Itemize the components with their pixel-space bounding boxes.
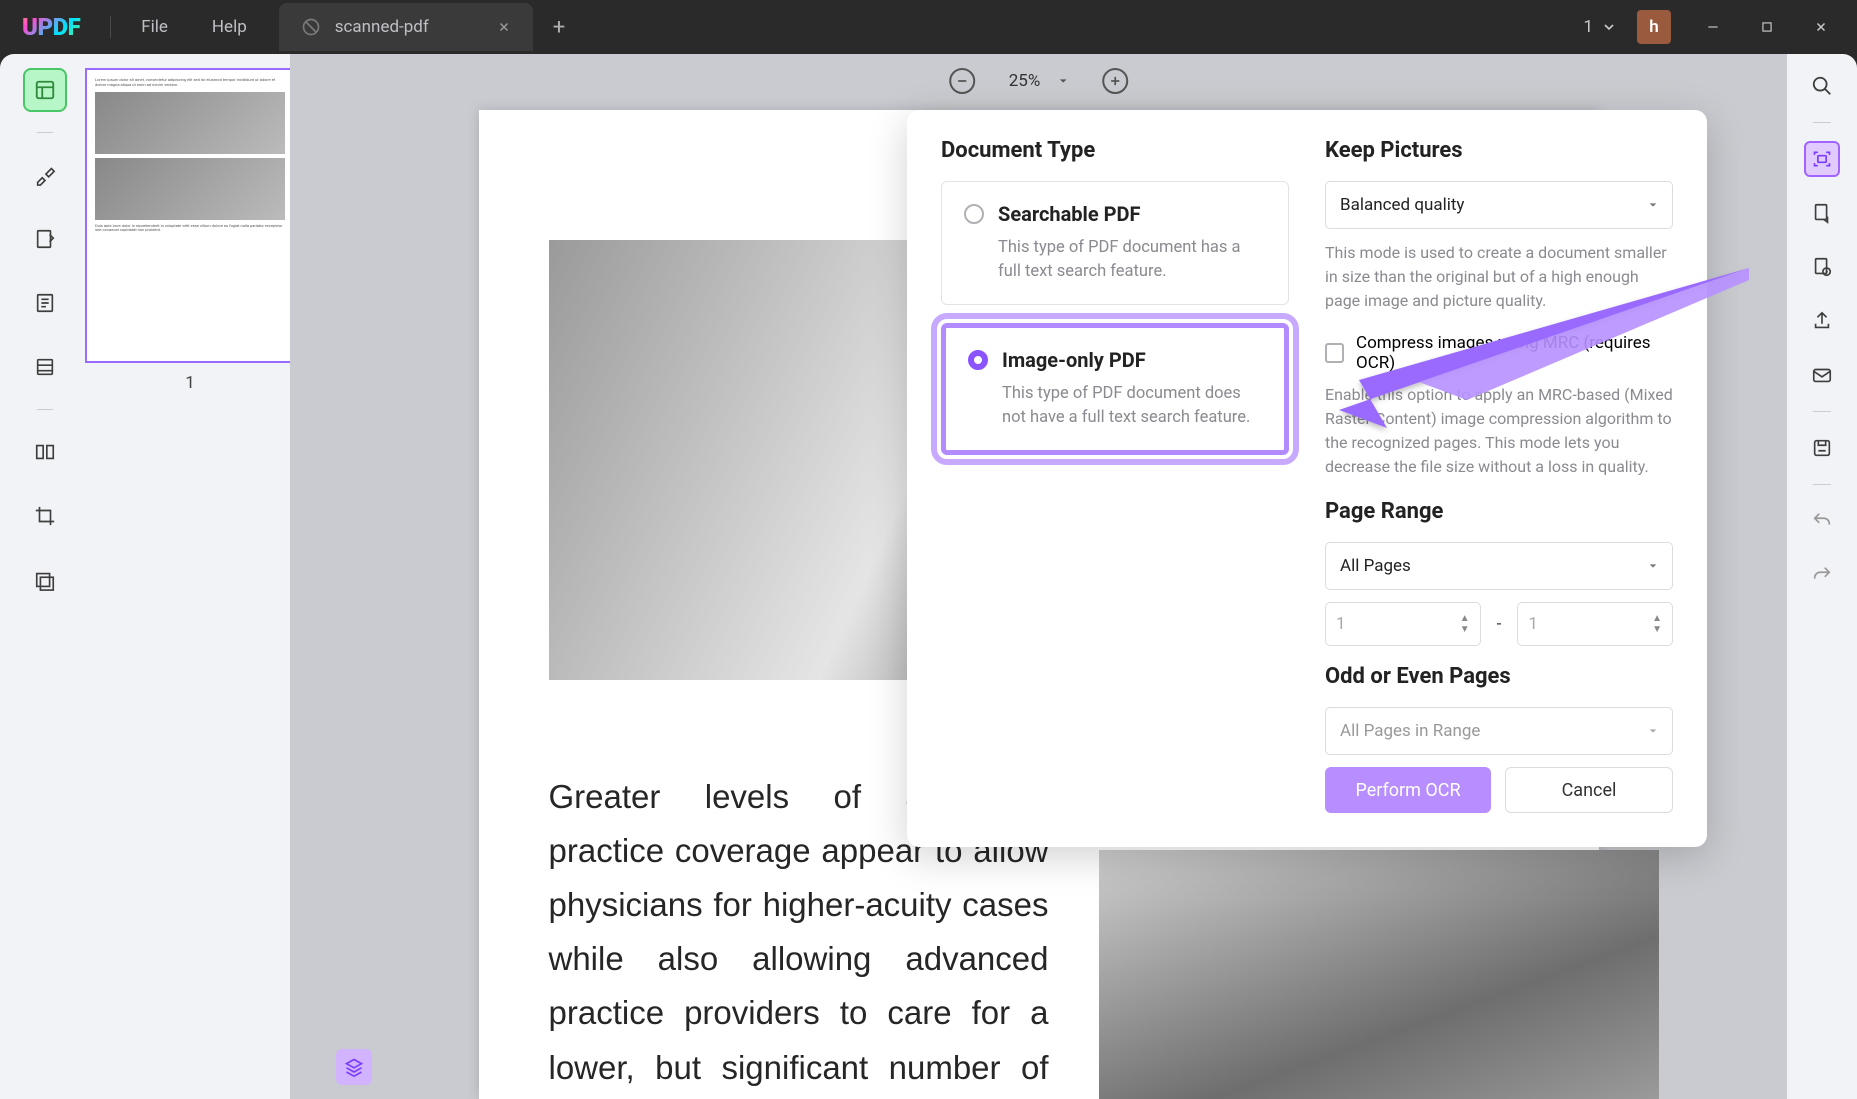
- app-body: Lorem ipsum dolor sit amet, consectetur …: [0, 54, 1857, 1099]
- option-title: Searchable PDF: [998, 202, 1140, 226]
- spinner-icon[interactable]: ▲▼: [1460, 613, 1470, 635]
- ocr-panel: Document Type Searchable PDF This type o…: [907, 110, 1707, 847]
- document-type-heading: Document Type: [941, 138, 1289, 163]
- right-sidebar: [1787, 54, 1857, 1099]
- option-description: This type of PDF document has a full tex…: [998, 236, 1266, 284]
- zoom-out-button[interactable]: [949, 68, 975, 94]
- separator: [1813, 411, 1831, 412]
- chevron-down-icon: [1601, 19, 1617, 35]
- menu-help[interactable]: Help: [190, 17, 269, 37]
- page-indicator[interactable]: 1: [1583, 17, 1617, 37]
- tab-title: scanned-pdf: [335, 17, 429, 37]
- titlebar: UPDF File Help scanned-pdf + 1 h: [0, 0, 1857, 54]
- form-tool[interactable]: [23, 345, 67, 389]
- zoom-in-button[interactable]: [1102, 68, 1128, 94]
- zoom-dropdown[interactable]: 25%: [1009, 71, 1069, 91]
- separator: [1813, 484, 1831, 485]
- odd-even-select[interactable]: All Pages in Range: [1325, 707, 1673, 755]
- separator: [110, 16, 111, 38]
- keep-pictures-heading: Keep Pictures: [1325, 138, 1673, 163]
- crop-tool[interactable]: [23, 494, 67, 538]
- caret-down-icon: [1648, 726, 1658, 736]
- user-avatar[interactable]: h: [1637, 10, 1671, 44]
- range-separator: -: [1497, 614, 1502, 634]
- page-number: 1: [1583, 17, 1593, 37]
- tab-close-button[interactable]: [491, 16, 517, 38]
- left-sidebar: [0, 54, 90, 1099]
- window-minimize-button[interactable]: [1691, 10, 1735, 44]
- app-logo: UPDF: [0, 13, 102, 41]
- thumb-image: [95, 158, 285, 220]
- thumbnails-tool[interactable]: [23, 68, 67, 112]
- highlight-tool[interactable]: [23, 153, 67, 197]
- redact-tool[interactable]: [23, 558, 67, 602]
- range-from-input[interactable]: 1 ▲▼: [1325, 602, 1481, 646]
- caret-down-icon: [1648, 561, 1658, 571]
- spinner-icon[interactable]: ▲▼: [1652, 613, 1662, 635]
- select-value: Balanced quality: [1340, 195, 1464, 215]
- mrc-help: Enable this option to apply an MRC-based…: [1325, 383, 1673, 479]
- separator: [1813, 122, 1831, 123]
- tab-scanned-pdf[interactable]: scanned-pdf: [279, 3, 533, 51]
- page-thumbnail[interactable]: Lorem ipsum dolor sit amet, consectetur …: [85, 68, 295, 363]
- keep-pictures-help: This mode is used to create a document s…: [1325, 241, 1673, 313]
- save-button[interactable]: [1804, 430, 1840, 466]
- protect-button[interactable]: [1804, 249, 1840, 285]
- separator: [37, 409, 53, 410]
- option-searchable-pdf[interactable]: Searchable PDF This type of PDF document…: [941, 181, 1289, 305]
- menu-file[interactable]: File: [119, 17, 190, 37]
- input-value: 1: [1336, 614, 1346, 634]
- radio-icon: [968, 350, 988, 370]
- document-canvas[interactable]: 25% Greater levels of advanced practice …: [290, 54, 1787, 1099]
- mrc-checkbox-row[interactable]: Compress images using MRC (requires OCR): [1325, 333, 1673, 373]
- page-image: [1099, 850, 1659, 1099]
- cancel-button[interactable]: Cancel: [1505, 767, 1673, 813]
- mrc-label: Compress images using MRC (requires OCR): [1356, 333, 1673, 373]
- edit-tool[interactable]: [23, 217, 67, 261]
- odd-even-heading: Odd or Even Pages: [1325, 664, 1673, 689]
- caret-down-icon: [1648, 200, 1658, 210]
- radio-icon: [964, 204, 984, 224]
- window-close-button[interactable]: [1799, 10, 1843, 44]
- pages-tool[interactable]: [23, 281, 67, 325]
- layers-button[interactable]: [336, 1049, 372, 1085]
- caret-down-icon: [1058, 76, 1068, 86]
- page-range-select[interactable]: All Pages: [1325, 542, 1673, 590]
- zoom-toolbar: 25%: [949, 68, 1129, 94]
- window-maximize-button[interactable]: [1745, 10, 1789, 44]
- organize-tool[interactable]: [23, 430, 67, 474]
- option-description: This type of PDF document does not have …: [1002, 382, 1262, 430]
- perform-ocr-button[interactable]: Perform OCR: [1325, 767, 1491, 813]
- checkbox-icon: [1325, 343, 1344, 363]
- zoom-value: 25%: [1009, 71, 1041, 91]
- ocr-button[interactable]: [1804, 141, 1840, 177]
- redo-button[interactable]: [1804, 557, 1840, 593]
- select-value: All Pages in Range: [1340, 721, 1480, 741]
- undo-button[interactable]: [1804, 503, 1840, 539]
- option-image-only-pdf[interactable]: Image-only PDF This type of PDF document…: [941, 323, 1289, 455]
- convert-button[interactable]: [1804, 195, 1840, 231]
- separator: [37, 132, 53, 133]
- new-tab-button[interactable]: +: [533, 15, 585, 40]
- select-value: All Pages: [1340, 556, 1411, 576]
- email-button[interactable]: [1804, 357, 1840, 393]
- option-title: Image-only PDF: [1002, 348, 1146, 372]
- keep-pictures-select[interactable]: Balanced quality: [1325, 181, 1673, 229]
- thumb-image: [95, 92, 285, 154]
- range-to-input[interactable]: 1 ▲▼: [1517, 602, 1673, 646]
- document-icon: [301, 17, 321, 37]
- thumbnail-label: 1: [185, 373, 195, 393]
- share-button[interactable]: [1804, 303, 1840, 339]
- thumbnail-panel: Lorem ipsum dolor sit amet, consectetur …: [90, 54, 290, 1099]
- input-value: 1: [1528, 614, 1538, 634]
- search-button[interactable]: [1804, 68, 1840, 104]
- page-range-heading: Page Range: [1325, 499, 1673, 524]
